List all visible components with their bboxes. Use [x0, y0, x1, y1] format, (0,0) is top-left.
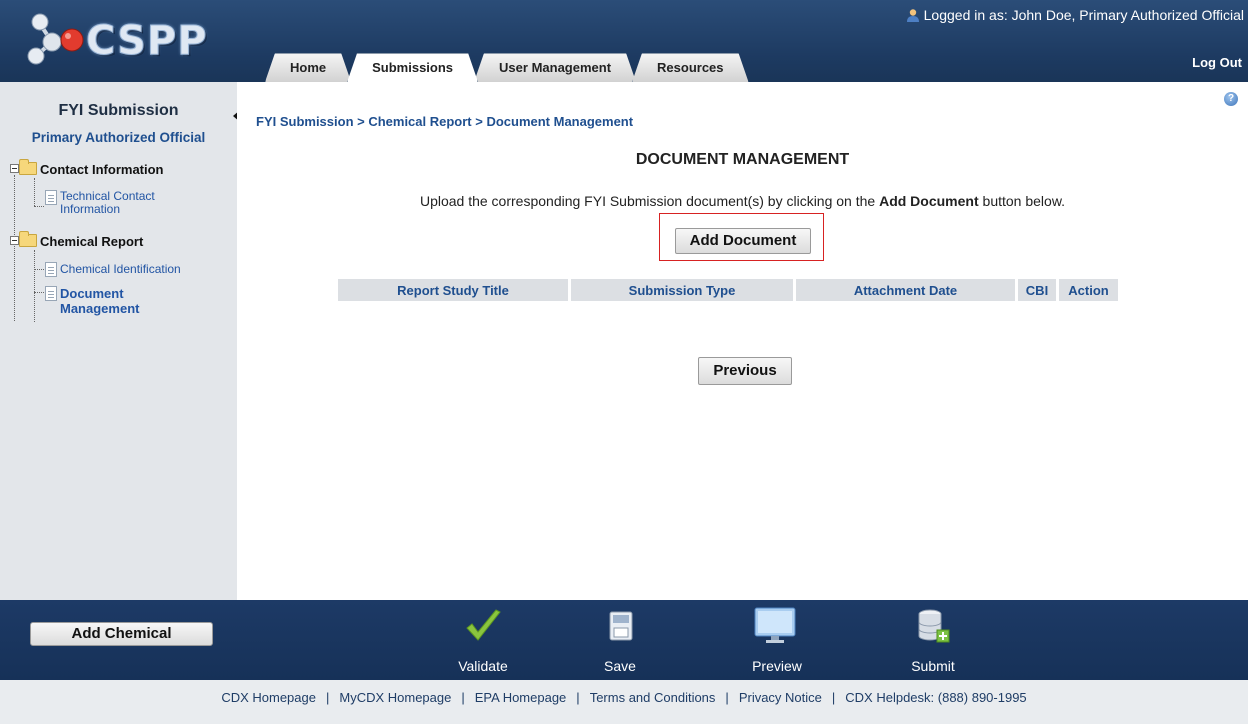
- preview-label: Preview: [752, 658, 802, 674]
- save-label: Save: [604, 658, 636, 674]
- tree-item-technical-contact[interactable]: Technical Contact Information: [45, 190, 155, 216]
- footer-link-privacy[interactable]: Privacy Notice: [739, 690, 822, 705]
- footer-link-terms[interactable]: Terms and Conditions: [590, 690, 716, 705]
- help-icon[interactable]: ?: [1224, 92, 1238, 106]
- tree-item-label: Chemical Identification: [60, 262, 181, 276]
- document-table: Report Study Title Submission Type Attac…: [335, 279, 1121, 301]
- tree-connector: [34, 206, 44, 207]
- add-chemical-button[interactable]: Add Chemical: [30, 622, 213, 646]
- instruction-suffix: button below.: [978, 193, 1066, 209]
- tree-item-label-line2: Management: [60, 301, 140, 316]
- cspp-logo[interactable]: CSPP: [22, 8, 207, 68]
- table-header-row: Report Study Title Submission Type Attac…: [338, 279, 1118, 301]
- sidebar-role: Primary Authorized Official: [31, 130, 206, 145]
- tree-connector: [34, 178, 35, 206]
- tab-resources[interactable]: Resources: [632, 53, 748, 82]
- main-tabs: Home Submissions User Management Resourc…: [265, 53, 745, 82]
- document-icon: [45, 262, 57, 277]
- logo-text: CSPP: [86, 18, 208, 65]
- tree-item-label-line2: Information: [60, 202, 121, 216]
- collapse-icon[interactable]: [10, 236, 19, 245]
- tree-connector: [34, 250, 35, 322]
- tab-home[interactable]: Home: [265, 53, 351, 82]
- collapse-icon[interactable]: [10, 164, 19, 173]
- column-header-action: Action: [1059, 279, 1118, 301]
- instruction-prefix: Upload the corresponding FYI Submission …: [419, 193, 880, 209]
- validate-label: Validate: [458, 658, 508, 674]
- instruction-text: Upload the corresponding FYI Submission …: [237, 193, 1248, 209]
- save-button[interactable]: Save: [575, 606, 665, 680]
- document-icon: [45, 286, 57, 301]
- checkmark-icon: [466, 609, 501, 641]
- footer: CDX Homepage | MyCDX Homepage | EPA Homepage…: [0, 680, 1248, 724]
- tab-user-management[interactable]: User Management: [474, 53, 636, 82]
- tree-item-document-management[interactable]: Document Management: [45, 286, 139, 316]
- footer-link-mycdx-homepage[interactable]: MyCDX Homepage: [339, 690, 451, 705]
- tree-connector: [34, 269, 44, 270]
- previous-button[interactable]: Previous: [698, 357, 792, 385]
- footer-link-cdx-homepage[interactable]: CDX Homepage: [221, 690, 316, 705]
- submit-label: Submit: [911, 658, 955, 674]
- floppy-disk-icon: [609, 611, 633, 641]
- footer-link-helpdesk[interactable]: CDX Helpdesk: (888) 890-1995: [845, 690, 1026, 705]
- footer-link-epa-homepage[interactable]: EPA Homepage: [475, 690, 567, 705]
- instruction-bold: Add Document: [879, 193, 979, 209]
- tree-item-label-line1: Technical Contact: [60, 189, 155, 203]
- tree-item-label-line1: Document: [60, 286, 124, 301]
- monitor-icon: [754, 607, 796, 643]
- main-content: ? FYI Submission > Chemical Report > Doc…: [237, 82, 1248, 600]
- column-header-attachment-date[interactable]: Attachment Date: [796, 279, 1015, 301]
- folder-icon: [19, 159, 37, 175]
- tree-connector: [34, 292, 44, 293]
- folder-icon: [19, 231, 37, 247]
- login-status: Logged in as: John Doe, Primary Authoriz…: [906, 7, 1244, 23]
- tree-item-chemical-identification[interactable]: Chemical Identification: [45, 262, 181, 277]
- column-header-report-study-title[interactable]: Report Study Title: [338, 279, 568, 301]
- tree-item-label: Document Management: [60, 286, 139, 316]
- column-header-submission-type[interactable]: Submission Type: [571, 279, 793, 301]
- tree-folder-contact-information[interactable]: Contact Information: [10, 159, 164, 177]
- header: CSPP Logged in as: John Doe, Primary Aut…: [0, 0, 1248, 82]
- login-text: Logged in as: John Doe, Primary Authoriz…: [923, 7, 1244, 23]
- add-document-button[interactable]: Add Document: [675, 228, 811, 254]
- preview-button[interactable]: Preview: [732, 606, 822, 680]
- document-icon: [45, 190, 57, 205]
- tab-submissions[interactable]: Submissions: [347, 53, 478, 82]
- database-add-icon: [918, 609, 950, 643]
- tree-item-label: Technical Contact Information: [60, 190, 155, 216]
- logout-link[interactable]: Log Out: [1192, 55, 1242, 70]
- page-title: DOCUMENT MANAGEMENT: [635, 151, 850, 168]
- sidebar: FYI Submission Primary Authorized Offici…: [0, 82, 237, 600]
- tree-folder-label: Chemical Report: [40, 234, 144, 249]
- tree-folder-label: Contact Information: [40, 162, 164, 177]
- user-icon: [906, 9, 919, 22]
- submit-button[interactable]: Submit: [888, 606, 978, 680]
- column-header-cbi[interactable]: CBI: [1018, 279, 1056, 301]
- tree-folder-chemical-report[interactable]: Chemical Report: [10, 231, 144, 249]
- bottom-toolbar: Add Chemical Validate Save Preview Submi…: [0, 600, 1248, 680]
- breadcrumb: FYI Submission > Chemical Report > Docum…: [256, 114, 634, 129]
- molecule-icon: [27, 13, 84, 65]
- sidebar-title: FYI Submission: [58, 102, 179, 119]
- validate-button[interactable]: Validate: [438, 606, 528, 680]
